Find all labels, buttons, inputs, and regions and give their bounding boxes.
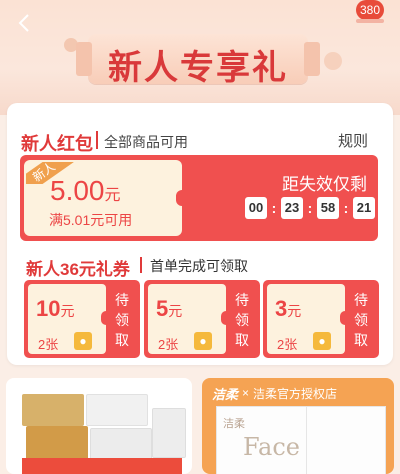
amount-value: 5.00: [50, 175, 105, 206]
notification-badge[interactable]: 380: [356, 0, 384, 20]
timer-colon: :: [343, 200, 349, 216]
gift-coupons-heading: 新人36元礼券: [26, 260, 130, 279]
pack-word: Face: [243, 433, 300, 461]
claim-label[interactable]: 待领取: [112, 290, 132, 350]
claim-char: 待: [235, 292, 249, 308]
gift-coupons-subheading: 首单完成可领取: [150, 258, 248, 274]
countdown-timer: 00 : 23 : 58 : 21: [245, 197, 375, 219]
gift-amount-unit: 元: [168, 303, 183, 319]
gift-coupon-amount: 3元: [275, 296, 301, 322]
gift-amount-unit: 元: [60, 303, 75, 319]
claim-char: 取: [115, 332, 129, 348]
gift-coupon-body: 5元 2张 ●: [148, 284, 231, 354]
lock-icon: ●: [194, 332, 212, 350]
timer-minutes: 58: [317, 197, 339, 219]
gift-amount-value: 3: [275, 296, 288, 321]
gift-coupon-qty: 2张: [277, 337, 298, 352]
divider: [96, 131, 98, 149]
red-packet-amount: 5.00元: [50, 175, 121, 207]
gift-coupon[interactable]: 5元 2张 ● 待领取: [144, 280, 260, 358]
back-button[interactable]: [14, 12, 36, 34]
timer-seconds: 21: [353, 197, 375, 219]
product-pack: [306, 406, 386, 474]
gift-coupon-amount: 10元: [36, 296, 74, 322]
red-packet-heading: 新人红包: [21, 134, 93, 154]
product-box: [26, 426, 88, 462]
title-banner: 新人专享礼: [76, 28, 320, 88]
divider: [140, 257, 142, 273]
claim-char: 取: [235, 332, 249, 348]
lock-icon: ●: [313, 332, 331, 350]
rules-link[interactable]: 规则: [338, 130, 368, 151]
times-icon: ×: [242, 386, 250, 400]
gift-coupon[interactable]: 10元 2张 ● 待领取: [24, 280, 140, 358]
gift-coupon-body: 10元 2张 ●: [28, 284, 111, 354]
gift-coupon-amount: 5元: [156, 296, 182, 322]
claim-char: 领: [115, 312, 129, 328]
timer-colon: :: [271, 200, 277, 216]
product-box: [86, 394, 148, 426]
pack-brand-mark: 洁柔: [223, 418, 245, 430]
product-pack: 洁柔 Face: [216, 406, 312, 474]
shop-row: 洁柔 × 洁柔官方授权店: [212, 384, 337, 402]
product-box: [22, 394, 84, 426]
gift-coupon[interactable]: 3元 2张 ● 待领取: [263, 280, 379, 358]
red-packet-subheading: 全部商品可用: [104, 134, 188, 150]
product-card-jierou[interactable]: 洁柔 × 洁柔官方授权店 洁柔 Face: [202, 378, 394, 474]
timer-days: 00: [245, 197, 267, 219]
badge-underline: [356, 19, 384, 23]
claim-char: 领: [235, 312, 249, 328]
page-title: 新人专享礼: [108, 49, 288, 87]
claim-label[interactable]: 待领取: [351, 290, 371, 350]
gift-amount-unit: 元: [287, 303, 302, 319]
gift-amount-value: 5: [156, 296, 169, 321]
red-packet-condition: 满5.01元可用: [49, 212, 133, 228]
amount-unit: 元: [104, 187, 121, 204]
timer-colon: :: [307, 200, 313, 216]
product-card-tissue-boxes[interactable]: [6, 378, 192, 474]
claim-char: 取: [354, 332, 368, 348]
gift-coupon-qty: 2张: [38, 337, 59, 352]
claim-char: 待: [354, 292, 368, 308]
claim-char: 领: [354, 312, 368, 328]
product-box: [152, 408, 186, 458]
gift-amount-value: 10: [36, 296, 61, 321]
claim-label[interactable]: 待领取: [232, 290, 252, 350]
price-banner: [22, 458, 182, 474]
decor-dot: [324, 52, 342, 70]
chevron-left-icon: [18, 14, 29, 32]
shop-name: 洁柔官方授权店: [253, 386, 338, 401]
gift-coupon-qty: 2张: [158, 337, 179, 352]
claim-char: 待: [115, 292, 129, 308]
gift-coupon-body: 3元 2张 ●: [267, 284, 350, 354]
timer-hours: 23: [281, 197, 303, 219]
expire-label: 距失效仅剩: [282, 175, 367, 194]
brand-logo: 洁柔: [212, 386, 239, 402]
lock-icon: ●: [74, 332, 92, 350]
